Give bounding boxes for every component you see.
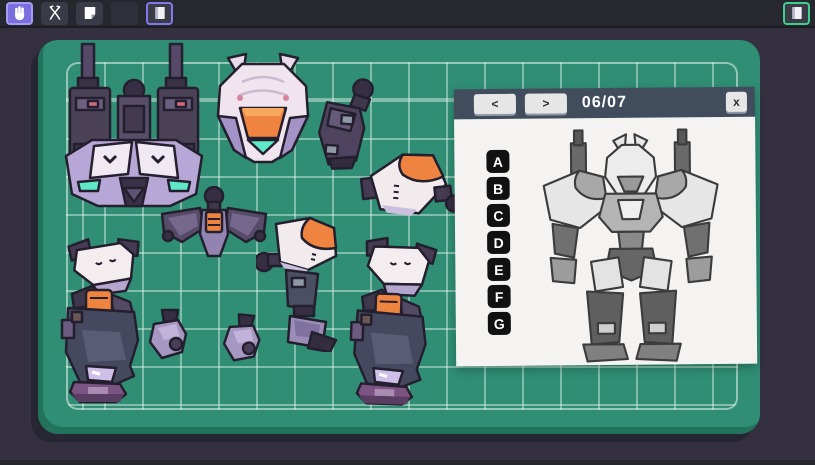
part-labels-column: A B C D E F G xyxy=(486,150,511,335)
manual-tool-button[interactable] xyxy=(146,2,173,25)
note-tool-button[interactable] xyxy=(76,2,103,25)
note-icon xyxy=(81,4,99,22)
book-icon xyxy=(789,4,805,22)
part-label-e: E xyxy=(487,258,510,281)
part-label-d: D xyxy=(487,231,510,254)
piece-right-leg[interactable] xyxy=(344,287,434,408)
reference-panel: < > 06/07 x A B C D E F G xyxy=(454,87,757,367)
part-label-f: F xyxy=(488,285,511,308)
reference-book-button[interactable] xyxy=(783,2,810,25)
book-icon xyxy=(152,4,168,22)
hand-tool-button[interactable] xyxy=(6,2,33,25)
piece-mech-head[interactable] xyxy=(212,52,314,166)
reference-panel-header: < > 06/07 x xyxy=(454,87,755,120)
reference-mech-image xyxy=(524,125,738,359)
piece-pelvis-with-hip-wings[interactable] xyxy=(160,186,268,258)
bottom-edge-bar xyxy=(0,460,815,465)
part-label-a: A xyxy=(486,150,509,173)
part-label-b: B xyxy=(487,177,510,200)
pliers-icon xyxy=(46,4,64,22)
reference-panel-body: A B C D E F G xyxy=(454,117,757,367)
close-panel-button[interactable]: x xyxy=(726,92,747,112)
toolbar xyxy=(0,0,815,28)
part-label-g: G xyxy=(488,312,511,335)
piece-left-leg[interactable] xyxy=(58,284,144,404)
piece-torso-with-back-cannons[interactable] xyxy=(58,40,210,210)
part-label-c: C xyxy=(487,204,510,227)
piece-fist-left[interactable] xyxy=(148,308,190,362)
piece-fist-right[interactable] xyxy=(219,311,266,367)
hand-icon xyxy=(11,4,29,22)
prev-page-button[interactable]: < xyxy=(474,94,516,114)
piece-arm-with-pauldron[interactable] xyxy=(256,216,344,352)
empty-tool-slot xyxy=(111,2,138,25)
next-page-button[interactable]: > xyxy=(525,93,567,113)
piece-shoulder-pauldron[interactable] xyxy=(357,145,464,225)
cutter-tool-button[interactable] xyxy=(41,2,68,25)
